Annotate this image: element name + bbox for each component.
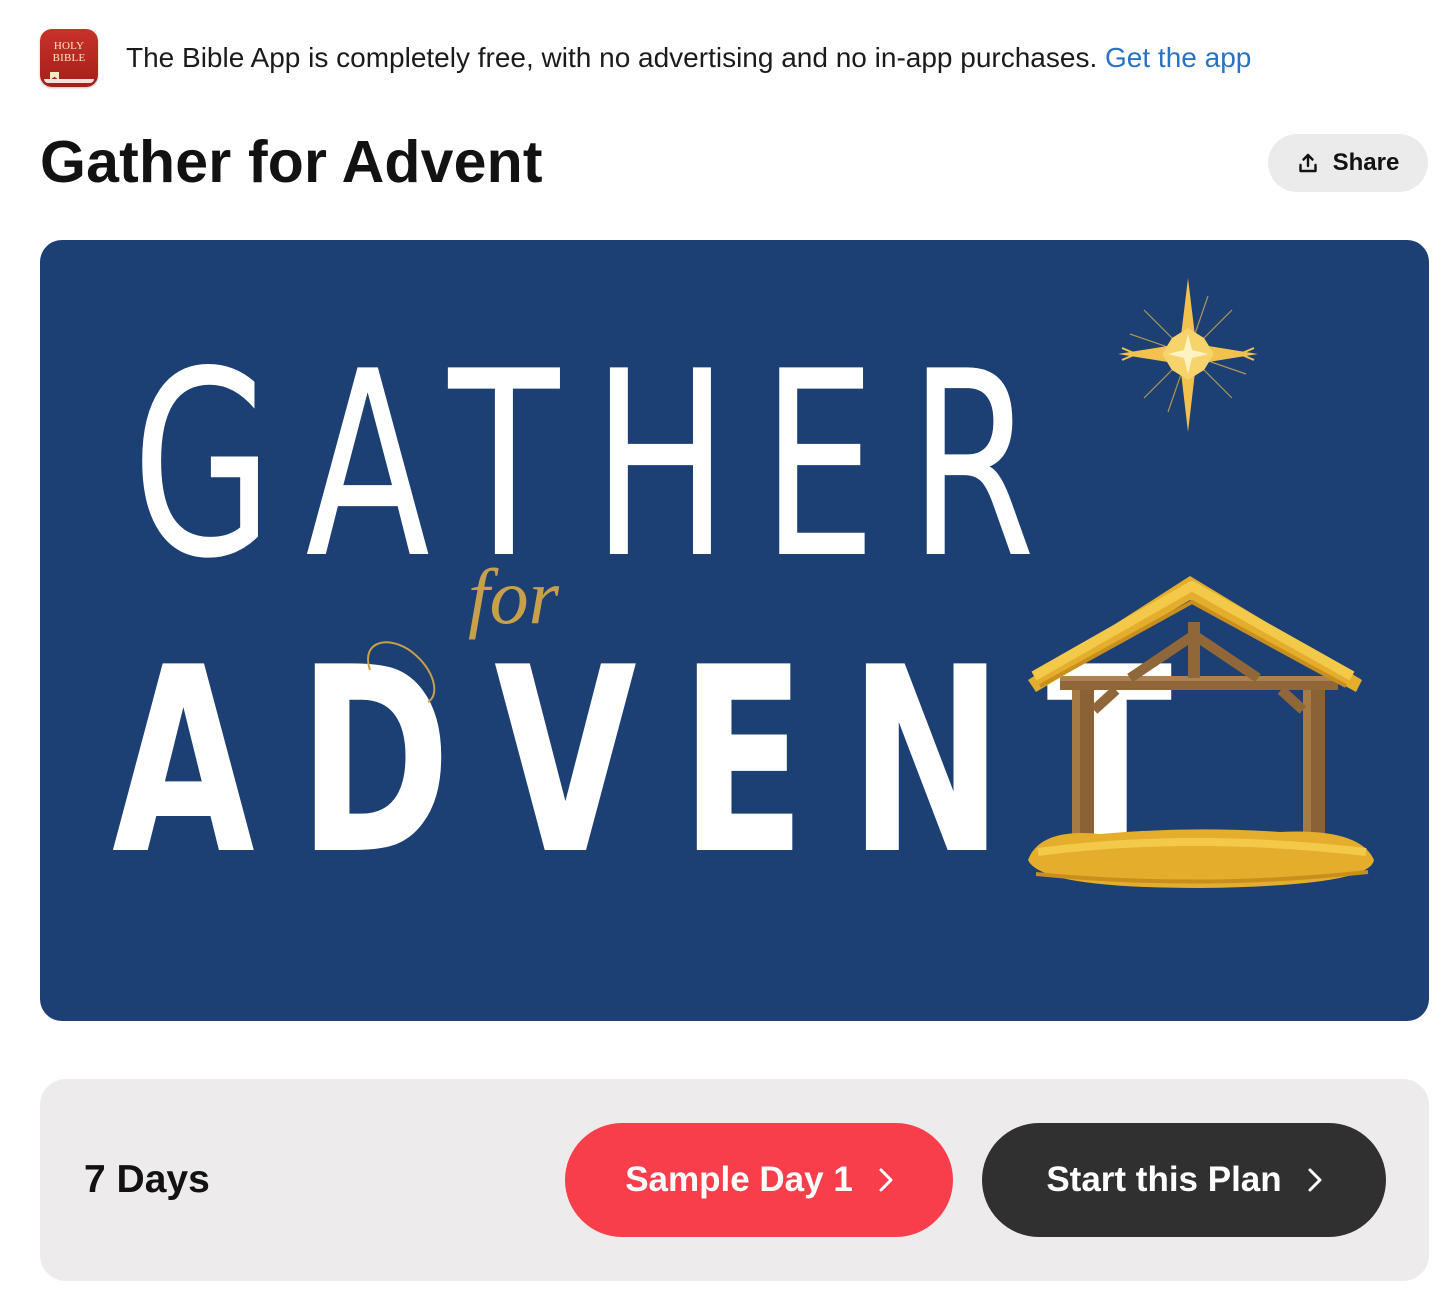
banner-message: The Bible App is completely free, with n… — [126, 42, 1251, 74]
bible-app-icon[interactable]: HOLY BIBLE — [40, 29, 98, 87]
start-plan-button[interactable]: Start this Plan — [982, 1123, 1386, 1237]
app-icon-text-line1: HOLY — [53, 40, 85, 52]
plan-hero-image: GATHER ADVENT for — [40, 240, 1429, 1021]
plan-duration: 7 Days — [84, 1158, 210, 1201]
share-upload-icon — [1298, 153, 1317, 173]
hero-graphics — [367, 278, 1374, 888]
manger-stable-icon — [1028, 576, 1374, 888]
sample-day-button-label: Sample Day 1 — [625, 1160, 853, 1199]
page-title: Gather for Advent — [40, 129, 543, 195]
app-icon-page-edge — [44, 79, 94, 83]
get-the-app-link[interactable]: Get the app — [1105, 42, 1251, 73]
get-app-banner: HOLY BIBLE The Bible App is completely f… — [40, 28, 1430, 88]
sample-day-button[interactable]: Sample Day 1 — [565, 1123, 953, 1237]
star-icon — [1118, 278, 1258, 432]
app-icon-text-line2: BIBLE — [52, 52, 86, 64]
chevron-right-icon — [879, 1168, 893, 1192]
chevron-right-icon — [1308, 1168, 1322, 1192]
plan-actions-card: 7 Days Sample Day 1 Start this Plan — [40, 1079, 1429, 1281]
script-swash — [367, 641, 436, 703]
banner-message-text: The Bible App is completely free, with n… — [126, 42, 1098, 73]
share-button[interactable]: Share — [1268, 134, 1428, 192]
share-button-label: Share — [1332, 149, 1400, 176]
start-plan-button-label: Start this Plan — [1046, 1160, 1282, 1199]
